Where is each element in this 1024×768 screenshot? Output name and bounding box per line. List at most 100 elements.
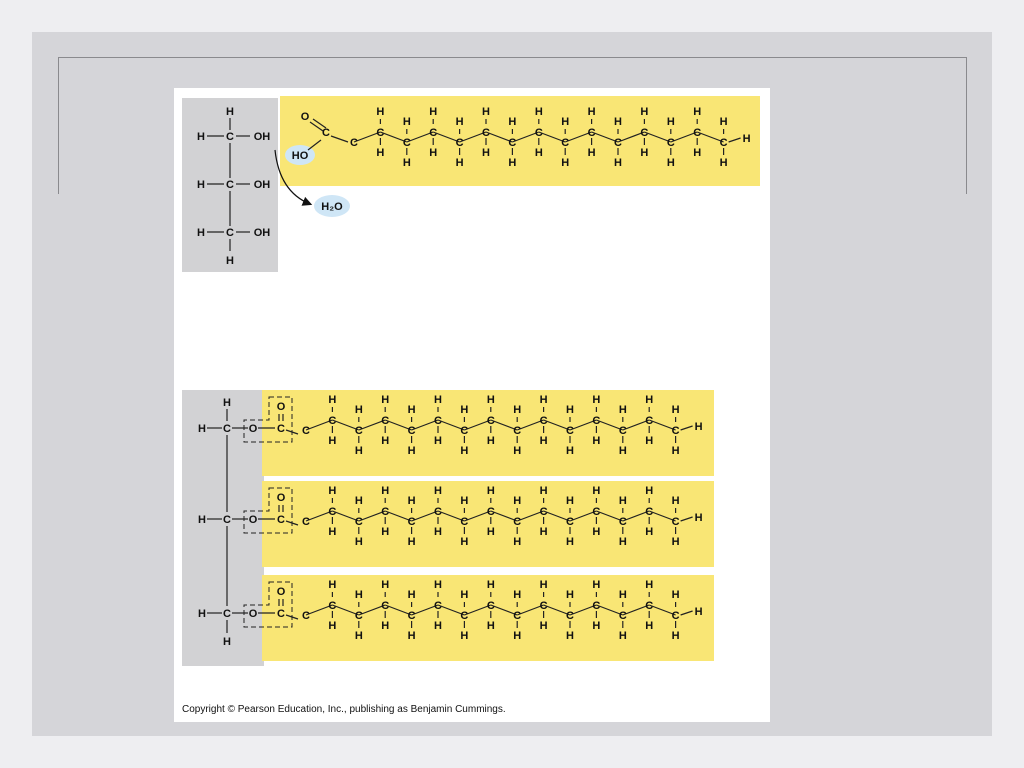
fat-ester-oxygen: O (249, 514, 258, 526)
fat-chain-2-hydrogen: H (540, 485, 548, 497)
fat-chain-3-hydrogen: H (513, 589, 521, 601)
fatty-acid-hydrogen: H (508, 116, 516, 128)
fat-chain-2-carbon: C (513, 516, 521, 528)
fat-chain-3-hydrogen: H (487, 620, 495, 632)
fat-chain-1-hydrogen: H (566, 445, 574, 457)
fat-chain-1-hydrogen: H (328, 435, 336, 447)
fat-chain-3-hydrogen: H (355, 589, 363, 601)
fatty-acid-carbon: C (693, 127, 701, 139)
fatty-acid-hydrogen: H (535, 106, 543, 118)
fatty-acid-hydrogen: H (640, 147, 648, 159)
glycerol-hydroxyl: OH (254, 131, 271, 143)
fat-chain-1-hydrogen: H (408, 445, 416, 457)
fatty-acid-hydrogen: H (535, 147, 543, 159)
fat-chain-3-hydrogen: H (355, 630, 363, 642)
fat-chain-1-hydrogen: H (592, 435, 600, 447)
fat-chain-2-carbon: C (328, 506, 336, 518)
fat-glycerol-carbon: C (223, 423, 231, 435)
fatty-acid-carbon: C (350, 137, 358, 149)
carboxyl-carbon: C (322, 127, 330, 139)
fatty-acid-hydrogen: H (482, 147, 490, 159)
fat-ester-oxygen: O (249, 608, 258, 620)
fat-chain-3-hydrogen: H (381, 620, 389, 632)
fat-chain-2-hydrogen: H (460, 536, 468, 548)
fat-chain-3-hydrogen: H (566, 630, 574, 642)
fat-chain-2-hydrogen: H (619, 536, 627, 548)
slide-frame-top-line (58, 57, 966, 58)
fat-chain-2-carbon: C (566, 516, 574, 528)
fatty-acid-hydrogen: H (667, 157, 675, 169)
fatty-acid-carbon: C (614, 137, 622, 149)
fat-chain-1-terminal-hydrogen: H (695, 421, 703, 433)
glycerol-hydrogen: H (226, 106, 234, 118)
fat-glycerol-hydrogen: H (198, 608, 206, 620)
fatty-acid-hydrogen: H (588, 106, 596, 118)
fat-chain-1-hydrogen: H (355, 404, 363, 416)
fat-glycerol-hydrogen: H (223, 636, 231, 648)
fat-carbonyl-oxygen: O (277, 586, 286, 598)
fat-chain-2-carbon: C (672, 516, 680, 528)
fat-chain-3-terminal-hydrogen: H (695, 606, 703, 618)
glycerol-hydrogen: H (226, 255, 234, 267)
fat-chain-2-terminal-hydrogen: H (695, 512, 703, 524)
fatty-acid-hydrogen: H (456, 116, 464, 128)
fat-chain-1-hydrogen: H (487, 394, 495, 406)
fat-chain-1-hydrogen: H (381, 394, 389, 406)
fat-chain-3-carbon: C (619, 610, 627, 622)
fatty-acid-hydrogen: H (561, 116, 569, 128)
fatty-acid-hydrogen: H (588, 147, 596, 159)
fatty-acid-carbon: C (588, 127, 596, 139)
glycerol-carbon: C (226, 179, 234, 191)
fat-chain-3-carbon: C (513, 610, 521, 622)
fat-chain-3-carbon: C (328, 600, 336, 612)
fat-chain-3-carbon: C (487, 600, 495, 612)
fatty-acid-carbon: C (640, 127, 648, 139)
fat-ester-carbon: C (277, 423, 285, 435)
fatty-acid-hydrogen: H (456, 157, 464, 169)
fat-chain-3-hydrogen: H (328, 620, 336, 632)
fat-chain-2-carbon: C (355, 516, 363, 528)
fat-chain-1-carbon: C (672, 425, 680, 437)
fat-chain-1-hydrogen: H (540, 435, 548, 447)
fatty-acid-carbon: C (667, 137, 675, 149)
fatty-acid-carbon: C (508, 137, 516, 149)
fat-chain-1-hydrogen: H (619, 404, 627, 416)
dehydration-synthesis-figure: H C H OH C H OH C H OH H O C HO C C H H C H H C H H C H H C H H C H H C H H… (174, 88, 770, 722)
copyright-notice: Copyright © Pearson Education, Inc., pub… (182, 704, 506, 715)
fat-chain-3-hydrogen: H (513, 630, 521, 642)
fatty-acid-hydrogen: H (561, 157, 569, 169)
fat-chain-1-carbon: C (645, 415, 653, 427)
fat-glycerol-hydrogen: H (223, 397, 231, 409)
fat-chain-1-hydrogen: H (672, 404, 680, 416)
fatty-acid-carbon: C (482, 127, 490, 139)
fat-chain-3-carbon: C (355, 610, 363, 622)
fat-chain-3-hydrogen: H (328, 579, 336, 591)
fatty-acid-hydrogen: H (403, 116, 411, 128)
fat-chain-2-hydrogen: H (381, 485, 389, 497)
fatty-acid-carbon: C (429, 127, 437, 139)
fat-chain-2-hydrogen: H (513, 495, 521, 507)
carboxyl-hydroxyl: HO (292, 150, 309, 162)
fat-carbonyl-oxygen: O (277, 401, 286, 413)
fat-chain-3-hydrogen: H (672, 630, 680, 642)
fat-glycerol-carbon: C (223, 514, 231, 526)
carboxyl-oxygen: O (301, 111, 310, 123)
fat-chain-1-carbon: C (513, 425, 521, 437)
glycerol-hydrogen: H (197, 131, 205, 143)
fat-chain-2-hydrogen: H (513, 536, 521, 548)
fat-chain-2-carbon: C (302, 516, 310, 528)
fat-chain-1-carbon: C (408, 425, 416, 437)
fatty-acid-hydrogen: H (429, 106, 437, 118)
fat-chain-2-hydrogen: H (408, 495, 416, 507)
fat-chain-2-carbon: C (460, 516, 468, 528)
fat-chain-1-hydrogen: H (592, 394, 600, 406)
fat-chain-1-carbon: C (460, 425, 468, 437)
fatty-acid-hydrogen: H (508, 157, 516, 169)
fat-chain-1-carbon: C (302, 425, 310, 437)
fat-chain-1-carbon: C (487, 415, 495, 427)
fat-chain-2-hydrogen: H (672, 495, 680, 507)
fat-chain-2-hydrogen: H (592, 485, 600, 497)
fat-chain-3-hydrogen: H (672, 589, 680, 601)
fatty-acid-carbon: C (561, 137, 569, 149)
fat-chain-3-carbon: C (408, 610, 416, 622)
